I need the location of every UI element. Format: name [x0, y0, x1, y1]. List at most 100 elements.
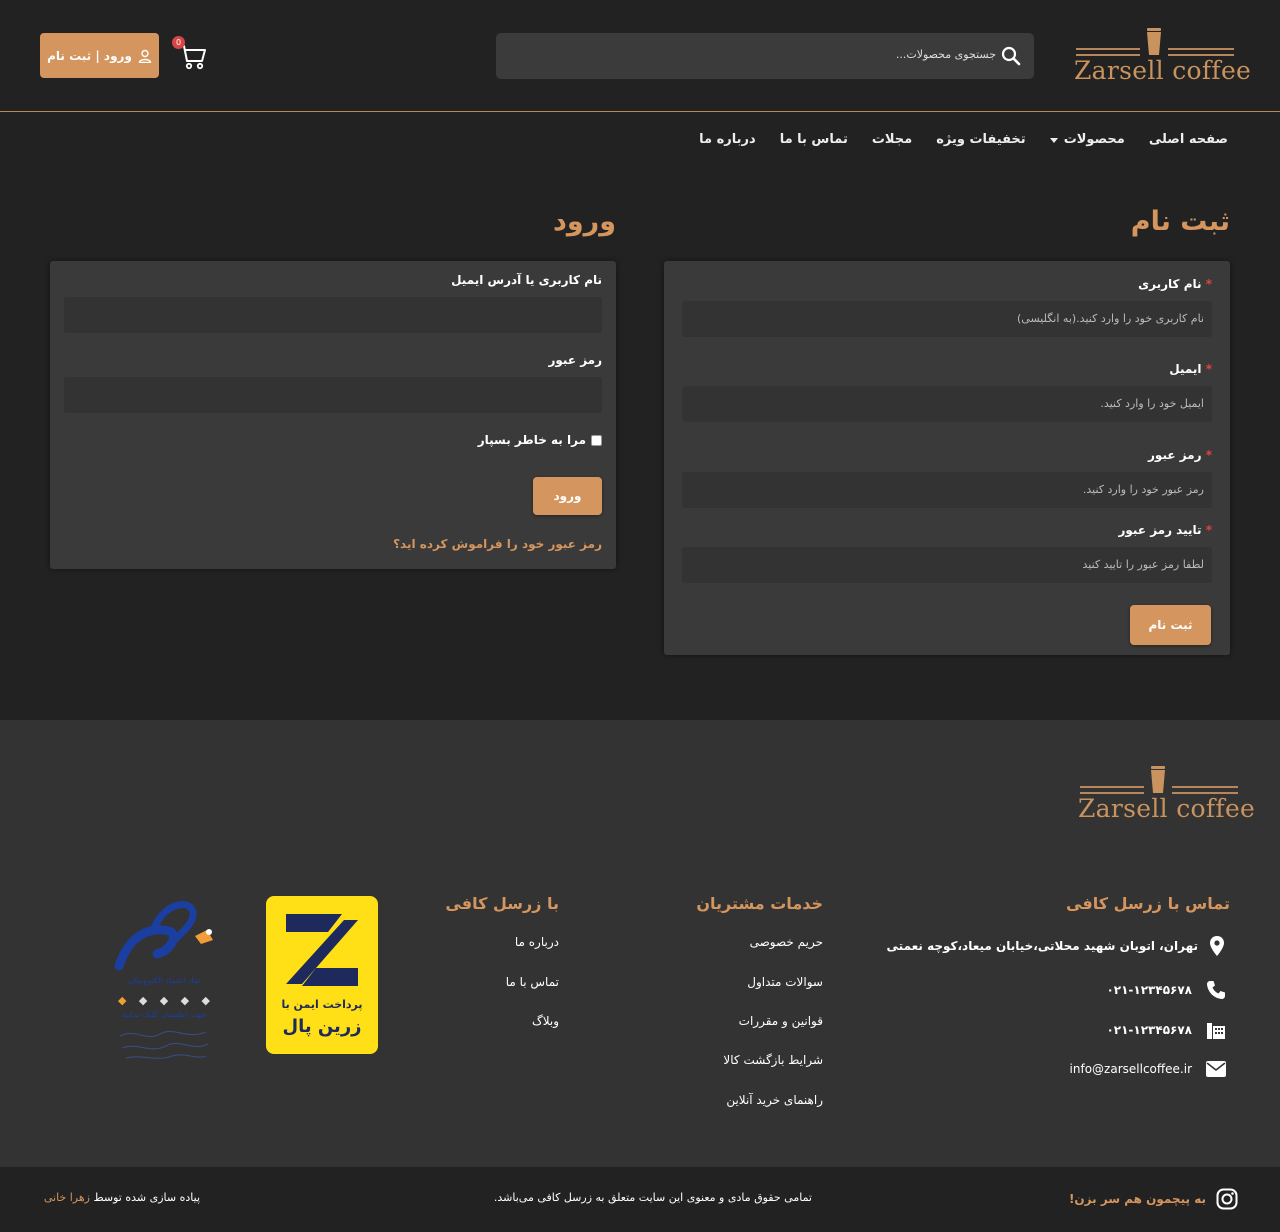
coffee-cup-icon [1151, 766, 1165, 793]
remember-me-checkbox[interactable] [591, 434, 602, 446]
nav-item-contact[interactable]: تماس با ما [780, 132, 848, 147]
footer-link-blog[interactable]: وبلاگ [532, 1014, 559, 1028]
footer-link-guide[interactable]: راهنمای خرید آنلاین [726, 1093, 823, 1107]
register-username-input[interactable]: نام کاربری خود را وارد کنید.(به انگلیسی) [682, 301, 1212, 337]
coffee-cup-icon [1147, 28, 1161, 55]
forgot-password-link[interactable]: رمز عبور خود را فراموش کرده اید؟ [393, 537, 602, 551]
instagram-link[interactable]: به پیچمون هم سر بزن! [1069, 1188, 1238, 1210]
enamad-badge[interactable]: نماد اعتماد الکترونیکی ◆ ◆ ◆ ◆ ◆ جهت اطمینان… [106, 896, 222, 1066]
label-text: ایمیل [1169, 362, 1202, 376]
login-register-button[interactable]: ورود | ثبت نام [40, 33, 159, 78]
enamad-logo-icon [114, 901, 213, 971]
input-placeholder: ایمیل خود را وارد کنید. [1100, 397, 1204, 410]
register-email-input[interactable]: ایمیل خود را وارد کنید. [682, 386, 1212, 422]
brand-logo[interactable]: Zarsell coffee [1074, 28, 1252, 88]
remember-me[interactable]: مرا به خاطر بسپار [478, 433, 602, 447]
login-register-label: ورود | ثبت نام [47, 48, 132, 63]
password-label: * رمز عبور [1148, 448, 1212, 462]
search-icon[interactable] [1001, 46, 1021, 66]
email-text: info@zarsellcoffee.ir [1069, 1062, 1192, 1076]
register-title: ثبت نام [1130, 206, 1230, 237]
required-mark: * [1205, 277, 1212, 291]
nav-item-label: مجلات [871, 132, 913, 147]
nav-item-label: تخفیفات ویژه [936, 132, 1026, 147]
footer-link-about[interactable]: درباره ما [515, 935, 559, 949]
credit-name-link[interactable]: زهرا خانی [44, 1191, 90, 1204]
footer-link-privacy[interactable]: حریم خصوصی [750, 935, 823, 949]
label-text: نام کاربری [1138, 277, 1202, 291]
footer-link-faq[interactable]: سوالات متداول [747, 975, 823, 989]
nav-item-label: صفحه اصلی [1148, 132, 1228, 147]
footer-link-returns[interactable]: شرایط بازگشت کالا [723, 1053, 823, 1067]
label-text: رمز عبور [1148, 448, 1202, 462]
input-placeholder: لطفا رمز عبور را تایید کنید [1082, 558, 1204, 571]
remember-me-label: مرا به خاطر بسپار [477, 433, 586, 447]
about-title: با زرسل کافی [445, 894, 559, 913]
nav-item-about[interactable]: درباره ما [699, 132, 756, 147]
nav-item-label: درباره ما [699, 132, 756, 147]
brand-name: Zarsell coffee [1074, 56, 1252, 85]
user-icon [138, 49, 152, 63]
contact-phone[interactable]: ۰۲۱-۱۲۳۴۵۶۷۸ [1106, 980, 1226, 1000]
cart-button[interactable]: 0 [172, 36, 208, 72]
login-form: نام کاربری یا آدرس ایمیل رمز عبور مرا به… [50, 261, 616, 569]
confirm-password-label: * تایید رمز عبور [1118, 523, 1212, 537]
register-submit-button[interactable]: ثبت نام [1130, 605, 1211, 645]
input-placeholder: نام کاربری خود را وارد کنید.(به انگلیسی) [1017, 312, 1204, 325]
credit-text: پیاده سازی شده توسط زهرا خانی [44, 1191, 200, 1204]
bottom-bar: به پیچمون هم سر بزن! تمامی حقوق مادی و م… [0, 1167, 1280, 1232]
register-confirm-password-input[interactable]: لطفا رمز عبور را تایید کنید [682, 547, 1212, 583]
username-label: * نام کاربری [1138, 277, 1212, 291]
register-form: * نام کاربری نام کاربری خود را وارد کنید… [664, 261, 1230, 655]
footer-brand-name: Zarsell coffee [1078, 794, 1256, 823]
zarinpal-logo-icon [286, 914, 358, 986]
login-username-input[interactable] [64, 297, 602, 333]
contact-email[interactable]: info@zarsellcoffee.ir [1070, 1061, 1226, 1077]
nav-item-discounts[interactable]: تخفیفات ویژه [936, 132, 1025, 147]
search-placeholder: جستجوی محصولات... [895, 48, 996, 61]
required-mark: * [1205, 523, 1212, 537]
address-text: تهران، اتوبان شهید محلاتی،خیابان میعاد،ک… [886, 939, 1198, 953]
footer-link-terms[interactable]: قوانین و مقررات [739, 1014, 823, 1028]
nav-item-label: تماس با ما [779, 132, 848, 147]
login-password-input[interactable] [64, 377, 602, 413]
cart-count-badge: 0 [172, 36, 185, 49]
login-title: ورود [553, 206, 616, 237]
zarinpal-tagline: پرداخت ایمن با [281, 998, 363, 1011]
login-password-label: رمز عبور [548, 353, 602, 367]
site-header: Zarsell coffee جستجوی محصولات... 0 ورود … [0, 0, 1280, 112]
phone-text: ۰۲۱-۱۲۳۴۵۶۷۸ [1106, 983, 1192, 997]
search-input[interactable]: جستجوی محصولات... [496, 33, 1034, 79]
register-password-input[interactable]: رمز عبور خود را وارد کنید. [682, 472, 1212, 508]
contact-address: تهران، اتوبان شهید محلاتی،خیابان میعاد،ک… [887, 936, 1224, 956]
footer-brand-logo[interactable]: Zarsell coffee [1078, 766, 1256, 826]
zarinpal-badge[interactable]: پرداخت ایمن با زرین پال [266, 896, 378, 1054]
instagram-label: به پیچمون هم سر بزن! [1068, 1192, 1206, 1206]
nav-item-products[interactable]: محصولات [1049, 132, 1125, 147]
input-placeholder: رمز عبور خود را وارد کنید. [1082, 483, 1204, 496]
nav-item-label: محصولات [1063, 132, 1125, 147]
email-label: * ایمیل [1169, 362, 1212, 376]
nav-item-home[interactable]: صفحه اصلی [1149, 132, 1228, 147]
phone-icon [1207, 981, 1225, 999]
enamad-subtitle: جهت اطمینان کلیک نمایید [121, 1010, 207, 1019]
nav-item-magazines[interactable]: مجلات [872, 132, 912, 147]
footer-link-contact[interactable]: تماس با ما [506, 975, 559, 989]
login-username-label: نام کاربری یا آدرس ایمیل [451, 273, 602, 287]
envelope-icon [1206, 1061, 1226, 1077]
required-mark: * [1205, 362, 1212, 376]
contact-title: تماس با زرسل کافی [1066, 894, 1230, 913]
required-mark: * [1205, 448, 1212, 462]
services-title: خدمات مشتریان [696, 894, 823, 913]
credit-prefix: پیاده سازی شده توسط [93, 1191, 200, 1204]
enamad-signature-icon [119, 1030, 209, 1059]
enamad-title: نماد اعتماد الکترونیکی [127, 976, 201, 985]
fax-icon [1207, 1023, 1225, 1039]
main-nav: صفحه اصلی محصولات تخفیفات ویژه مجلات تما… [699, 132, 1228, 147]
instagram-icon [1216, 1188, 1238, 1210]
site-footer: Zarsell coffee تماس با زرسل کافی تهران، … [0, 720, 1280, 1167]
chevron-down-icon [1049, 138, 1058, 143]
contact-fax: ۰۲۱-۱۲۳۴۵۶۷۸ [1106, 1020, 1226, 1040]
enamad-stars: ◆ ◆ ◆ ◆ ◆ [118, 994, 210, 1007]
login-submit-button[interactable]: ورود [533, 477, 602, 515]
